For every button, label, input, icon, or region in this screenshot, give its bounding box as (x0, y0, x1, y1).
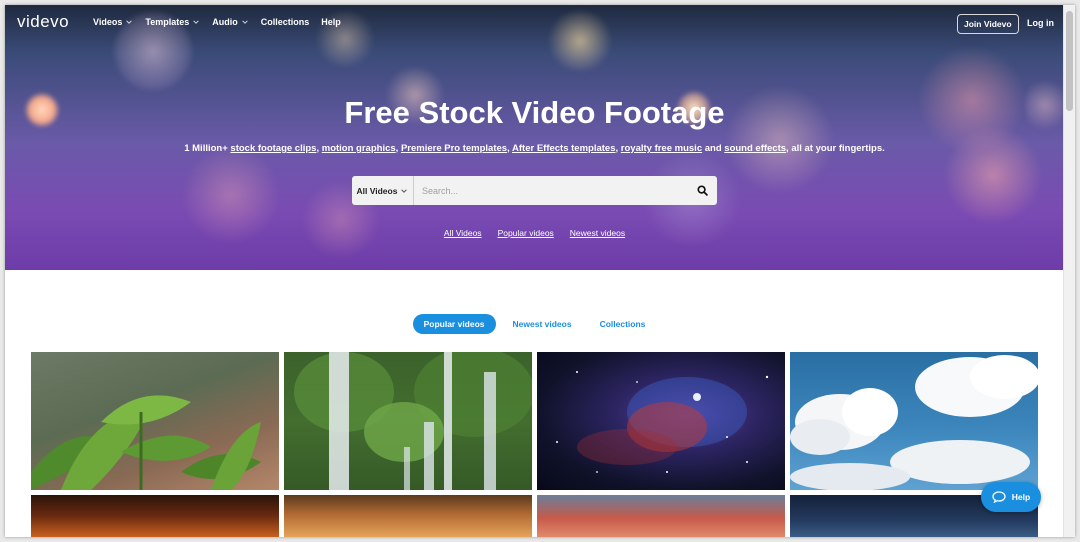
videvo-logo[interactable]: videvo (17, 12, 69, 32)
nav-item-collections[interactable]: Collections (261, 17, 310, 27)
link-royalty-free-music[interactable]: royalty free music (621, 143, 702, 154)
scrollbar-thumb[interactable] (1066, 11, 1073, 111)
help-widget-button[interactable]: Help (981, 482, 1041, 512)
link-sound-effects[interactable]: sound effects (724, 143, 786, 154)
nav-item-label: Collections (260, 17, 310, 27)
video-thumbnail[interactable] (790, 352, 1038, 490)
hero-banner: videvo Videos Templates Audio Collection… (5, 5, 1064, 270)
video-thumbnail[interactable] (537, 495, 785, 537)
chevron-down-icon (401, 188, 408, 193)
tab-collections[interactable]: Collections (589, 314, 657, 334)
galaxy-nebula-image (556, 371, 769, 473)
nav-item-help[interactable]: Help (321, 17, 341, 27)
video-tabs: Popular videos Newest videos Collections (5, 314, 1064, 334)
chat-bubble-icon (992, 491, 1006, 503)
join-videvo-button[interactable]: Join Videvo (957, 14, 1019, 34)
link-stock-footage[interactable]: stock footage clips (230, 143, 316, 154)
nav-item-label: Videos (93, 17, 123, 27)
search-input[interactable] (414, 176, 687, 205)
quick-link-newest-videos[interactable]: Newest videos (570, 228, 625, 238)
waterfall-image (284, 352, 532, 490)
search-type-label: All Videos (356, 185, 398, 196)
clouds-sky-image (790, 355, 1038, 490)
link-premiere-templates[interactable]: Premiere Pro templates (401, 143, 507, 154)
subtitle-text: and (702, 143, 725, 154)
chevron-down-icon (193, 20, 199, 24)
quick-link-all-videos[interactable]: All Videos (444, 228, 482, 238)
hero-title: Free Stock Video Footage (344, 95, 725, 130)
chevron-down-icon (126, 20, 133, 24)
link-after-effects-templates[interactable]: After Effects templates (512, 143, 615, 154)
quick-link-popular-videos[interactable]: Popular videos (498, 228, 554, 238)
nav-item-videos[interactable]: Videos (93, 17, 133, 27)
video-thumbnail[interactable] (31, 495, 279, 537)
link-motion-graphics[interactable]: motion graphics (322, 143, 396, 154)
nav-item-label: Templates (145, 17, 190, 27)
top-navigation: videvo Videos Templates Audio Collection… (5, 5, 1064, 43)
video-thumbnail[interactable] (537, 352, 785, 490)
quick-links: All Videos Popular videos Newest videos (5, 228, 1064, 238)
nav-item-label: Audio (212, 17, 238, 27)
video-thumbnail[interactable] (284, 352, 532, 490)
subtitle-text: , all at your fingertips. (786, 143, 885, 154)
nav-item-templates[interactable]: Templates (145, 17, 200, 27)
login-link[interactable]: Log in (1027, 18, 1054, 28)
nav-item-label: Help (321, 17, 341, 27)
search-type-dropdown[interactable]: All Videos (352, 176, 414, 205)
chevron-down-icon (241, 20, 248, 24)
browser-viewport: videvo Videos Templates Audio Collection… (5, 5, 1075, 537)
tab-newest-videos[interactable]: Newest videos (502, 314, 583, 334)
nav-item-audio[interactable]: Audio (212, 17, 249, 27)
page-scrollbar[interactable] (1063, 5, 1075, 537)
main-menu: Videos Templates Audio Collections Help (93, 17, 341, 27)
video-thumbnail[interactable] (31, 352, 279, 490)
tab-popular-videos[interactable]: Popular videos (412, 314, 496, 334)
search-icon[interactable] (687, 176, 717, 205)
subtitle-text: 1 Million+ (184, 143, 231, 154)
hero-subtitle: 1 Million+ stock footage clips, motion g… (5, 143, 1064, 154)
search-bar: All Videos (352, 176, 717, 205)
leaf-plant-image (31, 395, 261, 490)
help-label: Help (1011, 492, 1031, 502)
video-thumbnail[interactable] (284, 495, 532, 537)
